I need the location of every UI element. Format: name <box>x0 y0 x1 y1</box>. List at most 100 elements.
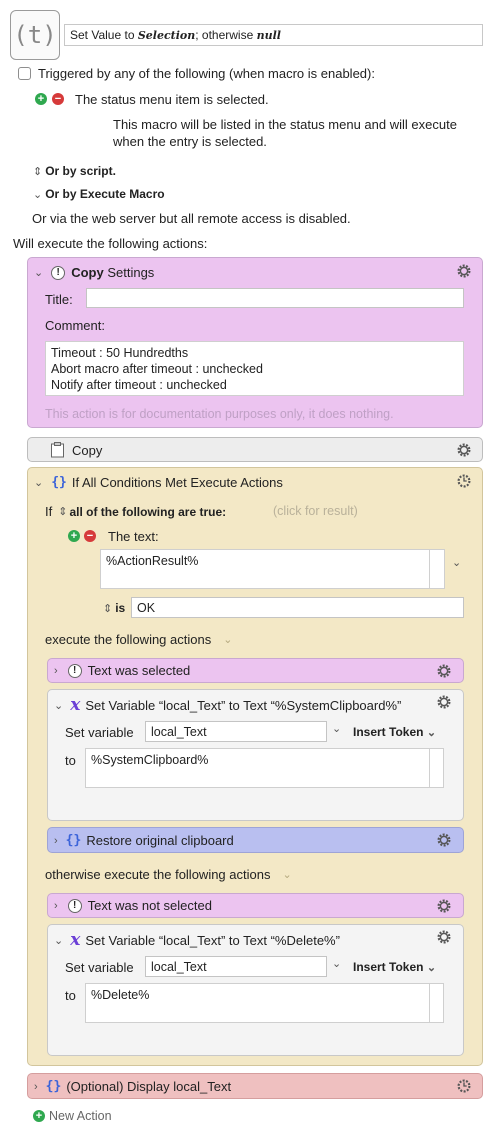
then-setvar-title: Set Variable “local_Text” to Text “%Syst… <box>85 697 402 713</box>
execute-label: execute the following actions <box>45 632 212 647</box>
updown-icon[interactable]: ⇕ <box>103 602 112 615</box>
macro-name-mid: ; otherwise <box>195 28 257 42</box>
chevron-right-icon[interactable]: › <box>54 665 58 677</box>
comment-line-1: Timeout : 50 Hundredths <box>51 346 189 360</box>
copy-settings-title-bold: Copy <box>71 265 104 280</box>
condition-text-field[interactable]: %ActionResult% <box>100 549 445 589</box>
remove-trigger-icon[interactable]: − <box>52 93 64 105</box>
chevron-down-icon[interactable]: ⌄ <box>282 868 291 881</box>
variable-name-field[interactable]: local_Text <box>145 721 327 742</box>
chevron-down-icon: ⌄ <box>426 962 437 974</box>
to-value-field[interactable]: %SystemClipboard% <box>85 748 444 788</box>
add-condition-icon[interactable]: + <box>68 530 80 542</box>
chevron-right-icon[interactable]: › <box>54 835 58 847</box>
text-not-selected-comment[interactable]: › ! Text was not selected <box>47 893 464 918</box>
exclaim-icon: ! <box>67 663 82 678</box>
chevron-right-icon[interactable]: › <box>34 1081 38 1093</box>
if-conditions-action[interactable]: ⌄ {} If All Conditions Met Execute Actio… <box>27 467 483 1066</box>
insert-token-label: Insert Token <box>353 960 424 974</box>
then-comment-label: Text was selected <box>87 663 191 678</box>
status-desc-line-1: This macro will be listed in the status … <box>113 117 457 132</box>
chevron-down-icon[interactable]: ⌄ <box>332 722 341 735</box>
macro-icon[interactable]: (t) <box>10 10 60 60</box>
variable-icon: x <box>70 930 81 950</box>
chevron-down-icon[interactable]: ⌄ <box>34 266 43 279</box>
if-block-title: If All Conditions Met Execute Actions <box>71 475 283 490</box>
gear-icon[interactable] <box>455 262 473 280</box>
condition-mode[interactable]: all of the following are true: <box>69 505 226 519</box>
clipboard-icon <box>51 442 64 458</box>
exclaim-icon: ! <box>67 898 82 913</box>
insert-token-label: Insert Token <box>353 725 424 739</box>
gear-icon[interactable] <box>435 897 453 915</box>
variable-name: local_Text <box>151 725 207 739</box>
set-variable-clipboard-action[interactable]: ⌄ x Set Variable “local_Text” to Text “%… <box>47 689 464 821</box>
or-by-execute-label: Or by Execute Macro <box>45 187 165 201</box>
the-text-label: The text: <box>108 529 159 544</box>
chevron-down-icon[interactable]: ⌄ <box>332 957 341 970</box>
braces-icon: {} <box>45 1079 62 1094</box>
copy-action[interactable]: Copy <box>27 437 483 462</box>
updown-icon[interactable]: ⇕ <box>58 505 67 518</box>
macro-name-field[interactable]: Set Value to Selection; otherwise null <box>64 24 483 46</box>
status-desc-line-2: when the entry is selected. <box>113 134 267 149</box>
status-trigger-label: The status menu item is selected. <box>75 92 269 107</box>
chevron-down-icon[interactable]: ⌄ <box>54 699 63 712</box>
restore-clipboard-label: Restore original clipboard <box>86 833 234 848</box>
set-variable-label: Set variable <box>65 725 134 740</box>
display-action-label: (Optional) Display local_Text <box>66 1079 232 1094</box>
restore-clipboard-group[interactable]: › {} Restore original clipboard <box>47 827 464 853</box>
macro-name-italic-1: Selection <box>137 29 196 42</box>
else-setvar-title: Set Variable “local_Text” to Text “%Dele… <box>85 932 340 948</box>
gear-icon[interactable] <box>435 831 453 849</box>
or-by-script[interactable]: ⇕ Or by script. <box>33 164 116 178</box>
display-local-text-action[interactable]: › {} (Optional) Display local_Text <box>27 1073 483 1099</box>
click-for-result[interactable]: (click for result) <box>273 504 358 518</box>
to-value: %Delete% <box>91 988 150 1002</box>
otherwise-label: otherwise execute the following actions <box>45 867 271 882</box>
variable-name: local_Text <box>151 960 207 974</box>
clock-gear-icon[interactable] <box>455 472 473 490</box>
chevron-down-icon[interactable]: ⌄ <box>223 633 232 646</box>
comment-footer: This action is for documentation purpose… <box>45 407 394 421</box>
set-variable-label: Set variable <box>65 960 134 975</box>
status-trigger-desc: This macro will be listed in the status … <box>113 116 457 150</box>
new-action-button[interactable]: + New Action <box>33 1109 112 1123</box>
chevron-down-icon: ⌄ <box>33 188 43 201</box>
chevron-down-icon[interactable]: ⌄ <box>34 476 43 489</box>
to-value-field[interactable]: %Delete% <box>85 983 444 1023</box>
chevron-down-icon[interactable]: ⌄ <box>452 556 461 569</box>
copy-settings-comment-action[interactable]: ⌄ ! Copy Settings Title: Comment: Timeou… <box>27 257 483 428</box>
variable-name-field[interactable]: local_Text <box>145 956 327 977</box>
comment-textarea[interactable]: Timeout : 50 Hundredths Abort macro afte… <box>45 341 464 396</box>
comment-line-3: Notify after timeout : unchecked <box>51 378 227 392</box>
remove-condition-icon[interactable]: − <box>84 530 96 542</box>
set-variable-delete-action[interactable]: ⌄ x Set Variable “local_Text” to Text “%… <box>47 924 464 1056</box>
gear-icon[interactable] <box>435 662 453 680</box>
to-value: %SystemClipboard% <box>91 753 209 767</box>
comment-line-2: Abort macro after timeout : unchecked <box>51 362 263 376</box>
gear-icon[interactable] <box>435 693 453 711</box>
gear-icon[interactable] <box>455 441 473 459</box>
title-label: Title: <box>45 292 73 307</box>
chevron-right-icon[interactable]: › <box>54 900 58 912</box>
triggers-checkbox[interactable] <box>18 67 31 80</box>
is-value-field[interactable]: OK <box>131 597 464 618</box>
gear-icon[interactable] <box>435 928 453 946</box>
plus-icon: + <box>33 1110 45 1122</box>
title-field[interactable] <box>86 288 464 308</box>
clock-gear-icon[interactable] <box>455 1077 473 1095</box>
triggers-header: Triggered by any of the following (when … <box>38 66 375 81</box>
add-trigger-icon[interactable]: + <box>35 93 47 105</box>
insert-token-button[interactable]: Insert Token ⌄ <box>353 960 436 974</box>
insert-token-button[interactable]: Insert Token ⌄ <box>353 725 436 739</box>
is-value: OK <box>137 601 156 615</box>
exclaim-icon: ! <box>51 265 66 280</box>
macro-name-prefix: Set Value to <box>70 28 138 42</box>
or-by-execute-macro[interactable]: ⌄ Or by Execute Macro <box>33 187 165 201</box>
comment-label: Comment: <box>45 318 105 333</box>
chevron-down-icon[interactable]: ⌄ <box>54 934 63 947</box>
text-was-selected-comment[interactable]: › ! Text was selected <box>47 658 464 683</box>
macro-name-italic-2: null <box>256 29 281 42</box>
is-label[interactable]: is <box>115 601 125 615</box>
